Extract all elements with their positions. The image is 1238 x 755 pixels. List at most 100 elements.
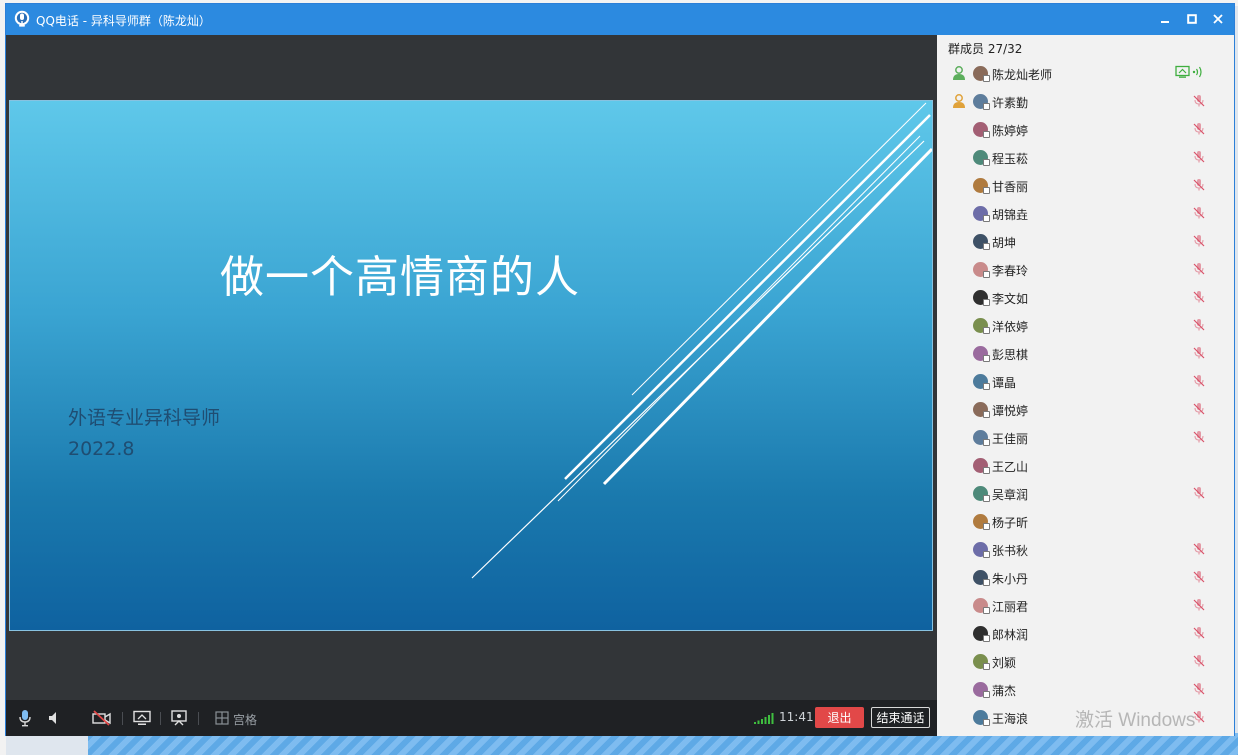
title-bar[interactable]: QQ电话 - 异科导师群（陈龙灿） <box>6 4 1234 35</box>
device-badge-icon <box>983 159 990 166</box>
member-row[interactable]: 陈婷婷 <box>937 115 1234 143</box>
member-name: 吴章润 <box>992 488 1029 502</box>
member-name: 李春玲 <box>992 264 1029 278</box>
device-badge-icon <box>983 691 990 698</box>
device-badge-icon <box>983 271 990 278</box>
whiteboard-icon[interactable] <box>169 708 189 728</box>
device-badge-icon <box>983 131 990 138</box>
device-badge-icon <box>983 411 990 418</box>
device-badge-icon <box>983 439 990 446</box>
speaker-icon[interactable] <box>46 708 62 728</box>
member-row[interactable]: 胡锦垚 <box>937 199 1234 227</box>
exit-button[interactable]: 退出 <box>815 707 864 728</box>
member-row[interactable]: 许素勤 <box>937 87 1234 115</box>
toolbar-separator <box>160 712 161 725</box>
device-badge-icon <box>983 299 990 306</box>
member-row[interactable]: 李文如 <box>937 283 1234 311</box>
presentation-slide: 做一个高情商的人 外语专业异科导师 2022.8 <box>9 100 933 631</box>
slide-date: 2022.8 <box>68 438 135 460</box>
mic-muted-icon <box>1193 431 1205 443</box>
device-badge-icon <box>983 579 990 586</box>
microphone-icon[interactable] <box>16 708 34 728</box>
device-badge-icon <box>983 495 990 502</box>
member-name: 杨子昕 <box>992 516 1029 530</box>
end-call-button[interactable]: 结束通话 <box>871 707 930 728</box>
activate-windows-watermark: 激活 Windows <box>1075 710 1196 731</box>
member-row[interactable]: 陈龙灿老师 <box>937 59 1234 87</box>
member-row[interactable]: 杨子昕 <box>937 507 1234 535</box>
window-title: QQ电话 - 异科导师群（陈龙灿） <box>36 14 211 28</box>
member-row[interactable]: 甘香丽 <box>937 171 1234 199</box>
call-toolbar: 宫格 11:41 退出 结束通话 <box>6 700 937 736</box>
member-row[interactable]: 胡坤 <box>937 227 1234 255</box>
mic-muted-icon <box>1193 627 1205 639</box>
member-name: 谭晶 <box>992 376 1017 390</box>
member-name: 王乙山 <box>992 460 1029 474</box>
member-name: 江丽君 <box>992 600 1029 614</box>
minimize-icon[interactable] <box>1156 10 1174 28</box>
device-badge-icon <box>983 215 990 222</box>
camera-off-icon[interactable] <box>92 708 112 728</box>
member-name: 刘颖 <box>992 656 1017 670</box>
member-name: 陈龙灿老师 <box>992 68 1053 82</box>
toolbar-separator <box>122 712 123 725</box>
member-name: 张书秋 <box>992 544 1029 558</box>
mic-muted-icon <box>1193 123 1205 135</box>
device-badge-icon <box>983 243 990 250</box>
member-row[interactable]: 蒲杰 <box>937 675 1234 703</box>
mic-muted-icon <box>1193 487 1205 499</box>
member-name: 胡锦垚 <box>992 208 1029 222</box>
member-row[interactable]: 洋依婷 <box>937 311 1234 339</box>
member-row[interactable]: 谭悦婷 <box>937 395 1234 423</box>
member-row[interactable]: 张书秋 <box>937 535 1234 563</box>
mic-muted-icon <box>1193 95 1205 107</box>
mic-muted-icon <box>1193 543 1205 555</box>
member-row[interactable]: 江丽君 <box>937 591 1234 619</box>
mic-muted-icon <box>1193 319 1205 331</box>
member-row[interactable]: 李春玲 <box>937 255 1234 283</box>
member-name: 陈婷婷 <box>992 124 1029 138</box>
shared-screen-area[interactable]: 做一个高情商的人 外语专业异科导师 2022.8 <box>6 35 937 700</box>
member-row[interactable]: 郎林润 <box>937 619 1234 647</box>
member-name: 许素勤 <box>992 96 1029 110</box>
member-row[interactable]: 吴章润 <box>937 479 1234 507</box>
device-badge-icon <box>983 607 990 614</box>
device-badge-icon <box>983 663 990 670</box>
member-row[interactable]: 谭晶 <box>937 367 1234 395</box>
mic-muted-icon <box>1193 347 1205 359</box>
desktop-background-bottom <box>88 733 1238 755</box>
device-badge-icon <box>983 75 990 82</box>
member-row[interactable]: 刘颖 <box>937 647 1234 675</box>
mic-muted-icon <box>1193 151 1205 163</box>
close-icon[interactable] <box>1209 10 1227 28</box>
member-panel: 群成员 27/32 陈龙灿老师 许素勤 陈婷婷 程玉菘 甘香丽 胡锦垚 胡坤 李春玲 李文如 洋依… <box>937 35 1234 736</box>
mic-muted-icon <box>1193 571 1205 583</box>
grid-view-label[interactable]: 宫格 <box>233 711 257 728</box>
member-row[interactable]: 朱小丹 <box>937 563 1234 591</box>
grid-icon[interactable] <box>214 708 230 728</box>
member-name: 程玉菘 <box>992 152 1029 166</box>
mic-muted-icon <box>1193 263 1205 275</box>
member-list: 陈龙灿老师许素勤陈婷婷程玉菘甘香丽胡锦垚胡坤李春玲李文如洋依婷 彭思棋谭晶谭悦婷王… <box>937 59 1234 731</box>
member-row[interactable]: 王佳丽 <box>937 423 1234 451</box>
member-row[interactable]: 王乙山 <box>937 451 1234 479</box>
device-badge-icon <box>983 103 990 110</box>
mic-muted-icon <box>1193 235 1205 247</box>
device-badge-icon <box>983 187 990 194</box>
qq-logo-icon <box>14 10 30 27</box>
member-row[interactable]: 程玉菘 <box>937 143 1234 171</box>
member-row[interactable]: 彭思棋 <box>937 339 1234 367</box>
mic-muted-icon <box>1193 599 1205 611</box>
member-name: 胡坤 <box>992 236 1017 250</box>
member-name: 李文如 <box>992 292 1029 306</box>
owner-icon <box>953 66 965 80</box>
device-badge-icon <box>983 467 990 474</box>
device-badge-icon <box>983 635 990 642</box>
screen-share-icon[interactable] <box>132 708 152 728</box>
member-name: 王佳丽 <box>992 432 1029 446</box>
member-name: 朱小丹 <box>992 572 1029 586</box>
member-name: 蒲杰 <box>992 684 1017 698</box>
maximize-icon[interactable] <box>1183 10 1201 28</box>
sharing-speaking-icon <box>1175 65 1202 78</box>
member-name: 谭悦婷 <box>992 404 1029 418</box>
